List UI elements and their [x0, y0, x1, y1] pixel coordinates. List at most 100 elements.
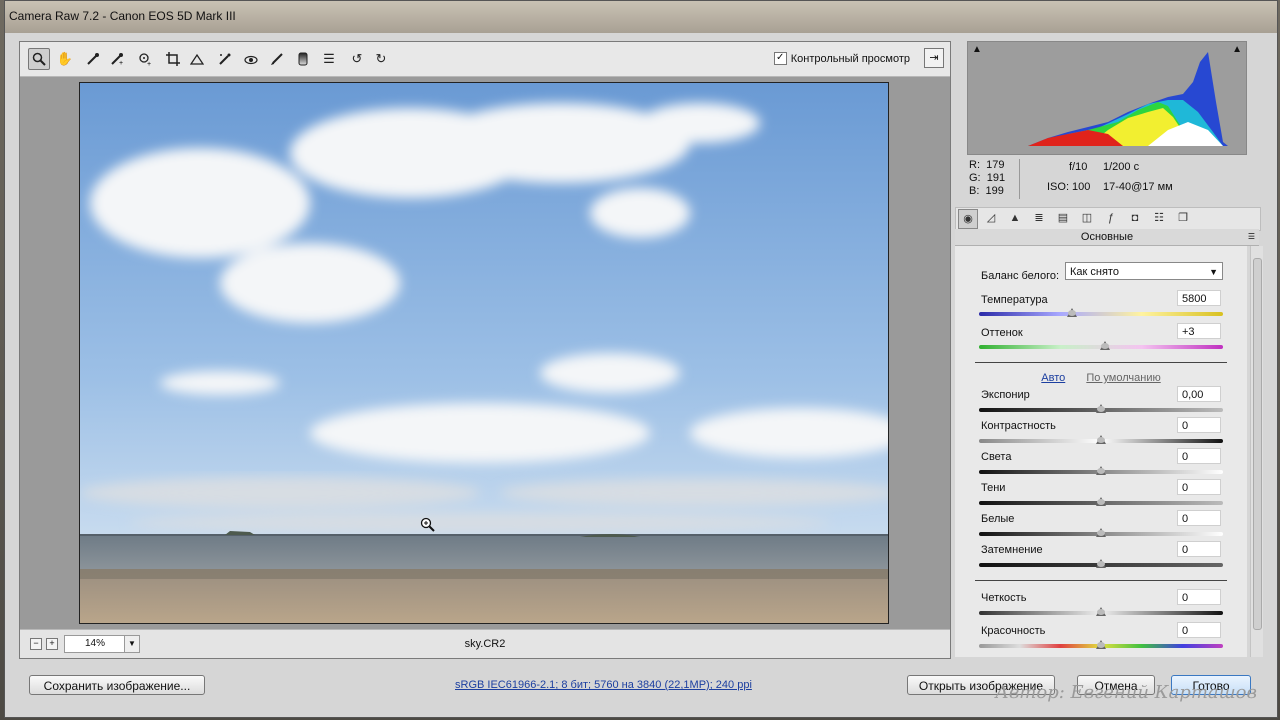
- workflow-options-link[interactable]: sRGB IEC61966-2.1; 8 бит; 5760 на 3840 (…: [455, 679, 752, 691]
- tone-curve-icon[interactable]: ◿: [982, 209, 1000, 227]
- whites-field[interactable]: 0: [1177, 510, 1221, 526]
- svg-text:+: +: [147, 61, 151, 66]
- clarity-label: Четкость: [981, 592, 1027, 604]
- contrast-field[interactable]: 0: [1177, 417, 1221, 433]
- shadow-clipping-icon[interactable]: ▲: [972, 44, 982, 55]
- author-watermark: Автор: Евгений Карташов: [995, 682, 1257, 703]
- panel-scrollbar[interactable]: [1250, 246, 1263, 657]
- spot-removal-icon[interactable]: [214, 48, 236, 70]
- default-link[interactable]: По умолчанию: [1086, 372, 1160, 384]
- effects-icon[interactable]: ƒ: [1102, 209, 1120, 227]
- highlight-clipping-icon[interactable]: ▲: [1232, 44, 1242, 55]
- panel-tabs: ◉ ◿ ▲ ≣ ▤ ◫ ƒ ◘ ☷ ❐: [955, 207, 1261, 231]
- red-eye-icon[interactable]: [240, 48, 262, 70]
- zoom-cursor-icon: [420, 517, 436, 536]
- exposure-label: Экспонир: [981, 389, 1030, 401]
- wb-label: Баланс белого:: [981, 270, 1060, 282]
- preferences-icon[interactable]: ☰: [318, 48, 340, 70]
- vibrance-knob[interactable]: [1096, 640, 1106, 649]
- whites-knob[interactable]: [1096, 528, 1106, 537]
- iso-value: ISO: 100: [1047, 181, 1091, 193]
- adjustments-panel: ▲ ▲ R: 179 G: 191 B: 199 f/10 1/200 с IS…: [951, 41, 1267, 657]
- g-value: 191: [986, 172, 1006, 184]
- clarity-field[interactable]: 0: [1177, 589, 1221, 605]
- info-divider: [1019, 159, 1020, 199]
- highlights-field[interactable]: 0: [1177, 448, 1221, 464]
- exposure-knob[interactable]: [1096, 404, 1106, 413]
- shutter-value: 1/200 с: [1103, 161, 1140, 173]
- scroll-thumb[interactable]: [1253, 258, 1262, 630]
- detail-icon[interactable]: ▲: [1006, 209, 1024, 227]
- r-value: 179: [986, 159, 1005, 171]
- basic-icon[interactable]: ◉: [958, 209, 978, 229]
- tint-field[interactable]: +3: [1177, 323, 1221, 339]
- chevron-down-icon: ▼: [1209, 267, 1218, 277]
- whites-label: Белые: [981, 513, 1015, 525]
- graduated-filter-icon[interactable]: [292, 48, 314, 70]
- photo-preview[interactable]: [79, 82, 889, 624]
- b-value: 199: [985, 185, 1004, 197]
- temperature-label: Температура: [981, 294, 1048, 306]
- camera-calibration-icon[interactable]: ◘: [1126, 209, 1144, 227]
- rgb-readout: R: 179 G: 191 B: 199: [969, 159, 1006, 197]
- straighten-icon[interactable]: [186, 48, 208, 70]
- contrast-label: Контрастность: [981, 420, 1056, 432]
- temperature-field[interactable]: 5800: [1177, 290, 1221, 306]
- histogram-graph: [1028, 52, 1228, 146]
- auto-default-links: Авто По умолчанию: [955, 372, 1247, 384]
- fullscreen-icon[interactable]: ⇥: [924, 48, 944, 68]
- rotate-cw-icon[interactable]: ↻: [370, 48, 392, 70]
- hand-icon[interactable]: ✋: [54, 48, 76, 70]
- wb-select[interactable]: Как снято ▼: [1065, 262, 1223, 280]
- tint-knob[interactable]: [1100, 341, 1110, 350]
- auto-link[interactable]: Авто: [1041, 372, 1065, 384]
- zoom-icon[interactable]: [28, 48, 50, 70]
- clarity-knob[interactable]: [1096, 607, 1106, 616]
- panel-menu-icon[interactable]: ☰: [1248, 229, 1255, 245]
- snapshots-icon[interactable]: ❐: [1174, 209, 1192, 227]
- title-bar: Camera Raw 7.2 - Canon EOS 5D Mark III: [5, 1, 1277, 33]
- highlights-knob[interactable]: [1096, 466, 1106, 475]
- basic-controls: Баланс белого: Как снято ▼ Температура 5…: [955, 246, 1247, 657]
- white-balance-icon[interactable]: [82, 48, 104, 70]
- preview-checkbox[interactable]: ✓: [773, 52, 787, 65]
- camera-raw-window: Camera Raw 7.2 - Canon EOS 5D Mark III ✋…: [4, 0, 1278, 718]
- section-title: Основные ☰: [955, 229, 1259, 246]
- target-adjust-icon[interactable]: +: [134, 48, 156, 70]
- photo-image: [80, 83, 888, 623]
- aperture-value: f/10: [1069, 161, 1088, 173]
- divider: [975, 362, 1227, 363]
- toolbar: ✋ + + ☰ ↺ ↻ ✓ Контрольный просмотр ⇥: [20, 42, 950, 77]
- temperature-knob[interactable]: [1067, 308, 1077, 317]
- split-toning-icon[interactable]: ▤: [1054, 209, 1072, 227]
- highlights-label: Света: [981, 451, 1012, 463]
- adjustment-brush-icon[interactable]: [266, 48, 288, 70]
- exposure-field[interactable]: 0,00: [1177, 386, 1221, 402]
- shadows-label: Тени: [981, 482, 1006, 494]
- temperature-track[interactable]: [979, 312, 1223, 316]
- lens-correction-icon[interactable]: ◫: [1078, 209, 1096, 227]
- divider: [975, 580, 1227, 581]
- crop-icon[interactable]: [162, 48, 184, 70]
- presets-icon[interactable]: ☷: [1150, 209, 1168, 227]
- shadows-knob[interactable]: [1096, 497, 1106, 506]
- vibrance-field[interactable]: 0: [1177, 622, 1221, 638]
- file-name: sky.CR2: [464, 638, 506, 650]
- blacks-knob[interactable]: [1096, 559, 1106, 568]
- status-bar: − + 14% ▼ sky.CR2: [20, 629, 950, 658]
- blacks-field[interactable]: 0: [1177, 541, 1221, 557]
- image-area: ✋ + + ☰ ↺ ↻ ✓ Контрольный просмотр ⇥ − +…: [19, 41, 951, 659]
- contrast-knob[interactable]: [1096, 435, 1106, 444]
- preview-label: Контрольный просмотр: [790, 52, 910, 65]
- color-sampler-icon[interactable]: +: [106, 48, 128, 70]
- bottom-bar: Сохранить изображение... sRGB IEC61966-2…: [5, 659, 1277, 717]
- rotate-ccw-icon[interactable]: ↺: [346, 48, 368, 70]
- histogram: ▲ ▲: [967, 41, 1247, 155]
- hsl-icon[interactable]: ≣: [1030, 209, 1048, 227]
- window-title: Camera Raw 7.2 - Canon EOS 5D Mark III: [9, 9, 236, 23]
- preview-toggle[interactable]: ✓ Контрольный просмотр: [773, 52, 910, 65]
- save-image-button[interactable]: Сохранить изображение...: [29, 675, 205, 695]
- vibrance-label: Красочность: [981, 625, 1046, 637]
- blacks-label: Затемнение: [981, 544, 1043, 556]
- shadows-field[interactable]: 0: [1177, 479, 1221, 495]
